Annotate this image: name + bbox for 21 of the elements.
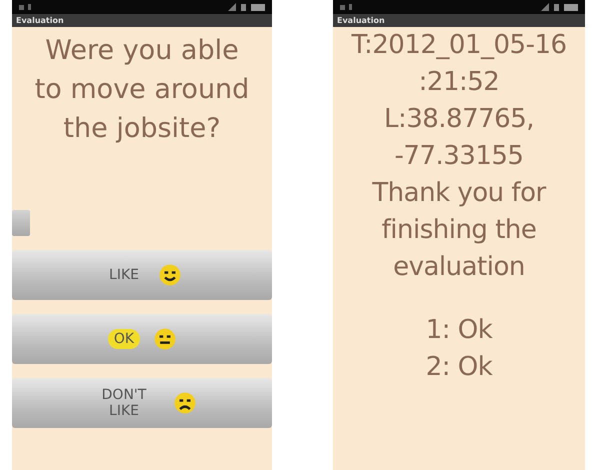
smiley-icon	[154, 328, 176, 350]
answer-button[interactable]: DON'T LIKE	[12, 378, 272, 428]
notification-icon	[18, 3, 34, 11]
status-icons	[228, 3, 266, 11]
result-text: -77.33155	[394, 140, 524, 173]
result-text: T:2012_01_05-16	[351, 29, 567, 62]
result-item: 1: Ok	[426, 314, 492, 347]
status-icons	[541, 3, 579, 11]
small-button[interactable]	[12, 210, 30, 236]
result-text: :21:52	[418, 66, 500, 99]
result-text: L:38.87765,	[384, 103, 534, 136]
answer-button[interactable]: LIKE	[12, 250, 272, 300]
smiley-icon	[174, 392, 196, 414]
answer-button[interactable]: OK	[12, 314, 272, 364]
smiley-icon	[158, 264, 181, 286]
window-title: Evaluation	[16, 16, 64, 26]
question-text: Were you able to move around the jobsite?	[34, 34, 250, 146]
result-text: Thank you for finishing the evaluation	[371, 177, 548, 284]
window-title: Evaluation	[337, 16, 385, 26]
result-item: 2: Ok	[426, 351, 492, 384]
notification-icon	[339, 3, 355, 11]
